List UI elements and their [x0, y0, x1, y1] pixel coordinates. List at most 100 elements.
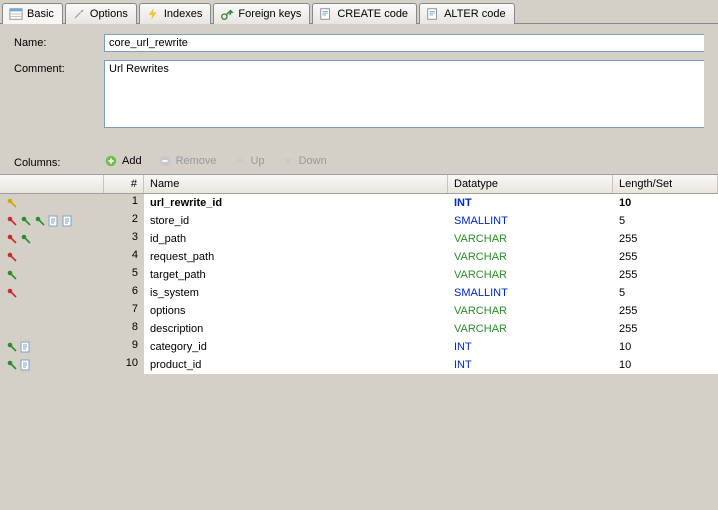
remove-icon: [158, 154, 172, 168]
remove-button[interactable]: Remove: [158, 154, 217, 168]
tab-label: Foreign keys: [238, 8, 301, 20]
key-icon: [20, 233, 32, 245]
table-row[interactable]: 5target_pathVARCHAR255: [0, 266, 718, 284]
row-length: 10: [613, 340, 718, 354]
row-num: 9: [104, 338, 144, 356]
row-datatype: VARCHAR: [448, 304, 613, 318]
row-name: request_path: [144, 250, 448, 264]
header-icons[interactable]: [0, 175, 104, 193]
row-num: 6: [104, 284, 144, 302]
fk-doc-icon: [20, 359, 32, 371]
table-row[interactable]: 8descriptionVARCHAR255: [0, 320, 718, 338]
row-datatype: VARCHAR: [448, 232, 613, 246]
tab-strip: Basic Options Indexes Foreign keys CREAT…: [0, 0, 718, 24]
table-icon: [9, 7, 23, 21]
table-row[interactable]: 6is_systemSMALLINT5: [0, 284, 718, 302]
tab-indexes[interactable]: Indexes: [139, 3, 212, 24]
up-button[interactable]: Up: [233, 154, 265, 168]
table-row[interactable]: 7optionsVARCHAR255: [0, 302, 718, 320]
row-keys: [0, 320, 104, 338]
row-length: 5: [613, 286, 718, 300]
down-icon: [281, 154, 295, 168]
down-button[interactable]: Down: [281, 154, 327, 168]
row-num: 5: [104, 266, 144, 284]
row-keys: [0, 356, 104, 374]
tab-create-code[interactable]: CREATE code: [312, 3, 417, 24]
row-name: is_system: [144, 286, 448, 300]
script-icon: [426, 7, 440, 21]
key-icon: [6, 215, 18, 227]
fk-doc-icon: [20, 341, 32, 353]
table-row[interactable]: 9category_idINT10: [0, 338, 718, 356]
row-keys: [0, 194, 104, 212]
row-num: 1: [104, 194, 144, 212]
tab-label: Options: [90, 8, 128, 20]
row-length: 255: [613, 268, 718, 282]
add-button[interactable]: Add: [104, 154, 142, 168]
tab-foreign-keys[interactable]: Foreign keys: [213, 3, 310, 24]
header-name[interactable]: Name: [144, 175, 448, 193]
button-label: Up: [251, 155, 265, 167]
row-keys: [0, 230, 104, 248]
row-datatype: INT: [448, 358, 613, 372]
row-datatype: SMALLINT: [448, 214, 613, 228]
row-name: url_rewrite_id: [144, 196, 448, 210]
row-length: 255: [613, 322, 718, 336]
row-name: store_id: [144, 214, 448, 228]
table-row[interactable]: 3id_pathVARCHAR255: [0, 230, 718, 248]
row-length: 5: [613, 214, 718, 228]
key-icon: [6, 269, 18, 281]
header-datatype[interactable]: Datatype: [448, 175, 613, 193]
tab-basic[interactable]: Basic: [2, 3, 63, 24]
grid-header: # Name Datatype Length/Set: [0, 175, 718, 194]
row-num: 3: [104, 230, 144, 248]
row-name: target_path: [144, 268, 448, 282]
tab-options[interactable]: Options: [65, 3, 137, 24]
foreign-key-icon: [220, 7, 234, 21]
grid-body: 1url_rewrite_idINT102store_idSMALLINT53i…: [0, 194, 718, 374]
fk-doc-icon: [62, 215, 74, 227]
table-row[interactable]: 2store_idSMALLINT5: [0, 212, 718, 230]
row-datatype: VARCHAR: [448, 268, 613, 282]
button-label: Remove: [176, 155, 217, 167]
button-label: Add: [122, 155, 142, 167]
key-icon: [6, 197, 18, 209]
key-icon: [20, 215, 32, 227]
name-input[interactable]: [104, 34, 704, 52]
key-icon: [6, 287, 18, 299]
tab-label: ALTER code: [444, 8, 506, 20]
tab-label: Basic: [27, 8, 54, 20]
row-keys: [0, 338, 104, 356]
comment-input[interactable]: [104, 60, 704, 128]
row-num: 4: [104, 248, 144, 266]
row-name: description: [144, 322, 448, 336]
script-icon: [319, 7, 333, 21]
header-length[interactable]: Length/Set: [613, 175, 718, 193]
button-label: Down: [299, 155, 327, 167]
add-icon: [104, 154, 118, 168]
tab-label: Indexes: [164, 8, 203, 20]
tab-label: CREATE code: [337, 8, 408, 20]
row-name: category_id: [144, 340, 448, 354]
tab-alter-code[interactable]: ALTER code: [419, 3, 515, 24]
columns-grid: # Name Datatype Length/Set 1url_rewrite_…: [0, 174, 718, 374]
table-row[interactable]: 10product_idINT10: [0, 356, 718, 374]
table-row[interactable]: 1url_rewrite_idINT10: [0, 194, 718, 212]
header-num[interactable]: #: [104, 175, 144, 193]
name-label: Name:: [14, 34, 104, 49]
key-icon: [6, 341, 18, 353]
row-length: 255: [613, 232, 718, 246]
row-length: 255: [613, 250, 718, 264]
columns-toolbar: Add Remove Up Down: [104, 152, 327, 174]
row-keys: [0, 212, 104, 230]
key-icon: [6, 233, 18, 245]
row-length: 255: [613, 304, 718, 318]
row-num: 10: [104, 356, 144, 374]
row-num: 8: [104, 320, 144, 338]
row-datatype: INT: [448, 196, 613, 210]
row-keys: [0, 284, 104, 302]
key-icon: [6, 359, 18, 371]
table-row[interactable]: 4request_pathVARCHAR255: [0, 248, 718, 266]
row-datatype: VARCHAR: [448, 322, 613, 336]
up-icon: [233, 154, 247, 168]
